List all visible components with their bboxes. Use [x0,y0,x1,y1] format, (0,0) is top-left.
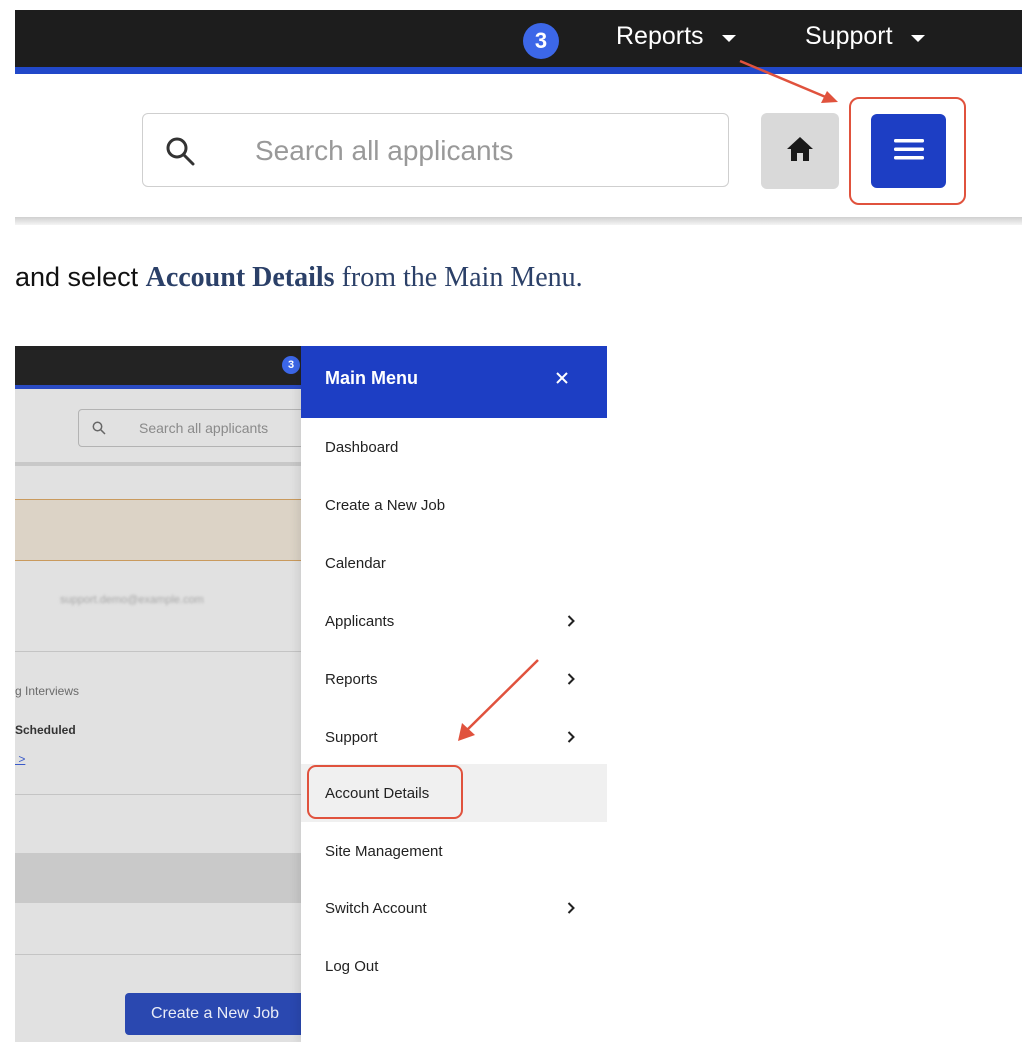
support-nav-dropdown[interactable]: Support [805,22,925,51]
background-band [15,853,301,903]
instruction-prefix: and select [15,262,146,292]
background-navbar: 3 [15,346,301,389]
divider [15,651,301,652]
search-input[interactable] [253,128,697,174]
chevron-right-icon [567,901,575,918]
menu-item-label: Applicants [325,612,395,630]
notification-badge[interactable]: 3 [523,23,559,59]
menu-item-reports[interactable]: Reports [301,650,607,708]
create-new-job-button: Create a New Job [125,993,305,1035]
chevron-right-icon [567,672,575,689]
menu-item-support[interactable]: Support [301,708,607,766]
menu-item-calendar[interactable]: Calendar [301,534,607,592]
menu-item-label: Create a New Job [325,496,446,514]
menu-item-site-management[interactable]: Site Management [301,822,607,880]
instruction-text: and select Account Details from the Main… [15,262,583,294]
menu-item-label: Support [325,728,378,746]
interviews-label: g Interviews [15,684,80,698]
main-menu-title: Main Menu [325,368,418,388]
divider [15,954,301,955]
highlight-box-account-details [307,765,463,819]
menu-item-dashboard[interactable]: Dashboard [301,418,607,476]
notification-badge: 3 [282,356,300,374]
search-applicants-field[interactable] [142,113,729,187]
home-icon [785,135,815,168]
top-screenshot: 3 Reports Support [15,0,1022,232]
caret-down-icon [910,35,925,42]
chevron-right-icon [567,614,575,631]
background-search-field: Search all applicants [78,409,318,447]
menu-item-label: Dashboard [325,438,399,456]
chevron-right-icon [567,730,575,747]
menu-item-label: Calendar [325,554,386,572]
menu-item-create-new-job[interactable]: Create a New Job [301,476,607,534]
background-search-placeholder: Search all applicants [139,420,269,436]
background-banner [15,499,301,561]
bottom-screenshot: 3 support.demo@example.com g Interviews … [15,346,607,1042]
menu-item-switch-account[interactable]: Switch Account [301,879,607,937]
menu-item-label: Reports [325,670,378,688]
menu-item-label: Log Out [325,957,379,975]
main-menu-panel: Main Menu Dashboard Create a New Job Cal… [301,346,607,1042]
search-icon [165,136,195,171]
highlight-box-menu-button [849,97,966,205]
instruction-target: Account Details [145,262,335,293]
header-divider [15,217,1022,225]
support-nav-label: Support [805,22,893,50]
divider [15,462,301,466]
home-button[interactable] [761,113,839,189]
blurred-email-text: support.demo@example.com [60,594,204,606]
menu-item-applicants[interactable]: Applicants [301,592,607,650]
menu-item-log-out[interactable]: Log Out [301,937,607,995]
search-icon [92,421,106,438]
main-menu-header: Main Menu [301,346,607,418]
reports-nav-label: Reports [616,22,704,50]
instruction-suffix: from the Main Menu. [334,262,583,293]
reports-nav-dropdown[interactable]: Reports [616,22,736,51]
divider [15,794,301,795]
close-icon[interactable] [555,371,569,390]
background-link: > [15,752,26,766]
menu-item-label: Site Management [325,842,443,860]
dimmed-background-page: 3 support.demo@example.com g Interviews … [15,346,301,1042]
top-navbar: 3 Reports Support [15,10,1022,74]
scheduled-label: Scheduled [15,723,76,737]
menu-item-label: Switch Account [325,899,427,917]
caret-down-icon [721,35,736,42]
